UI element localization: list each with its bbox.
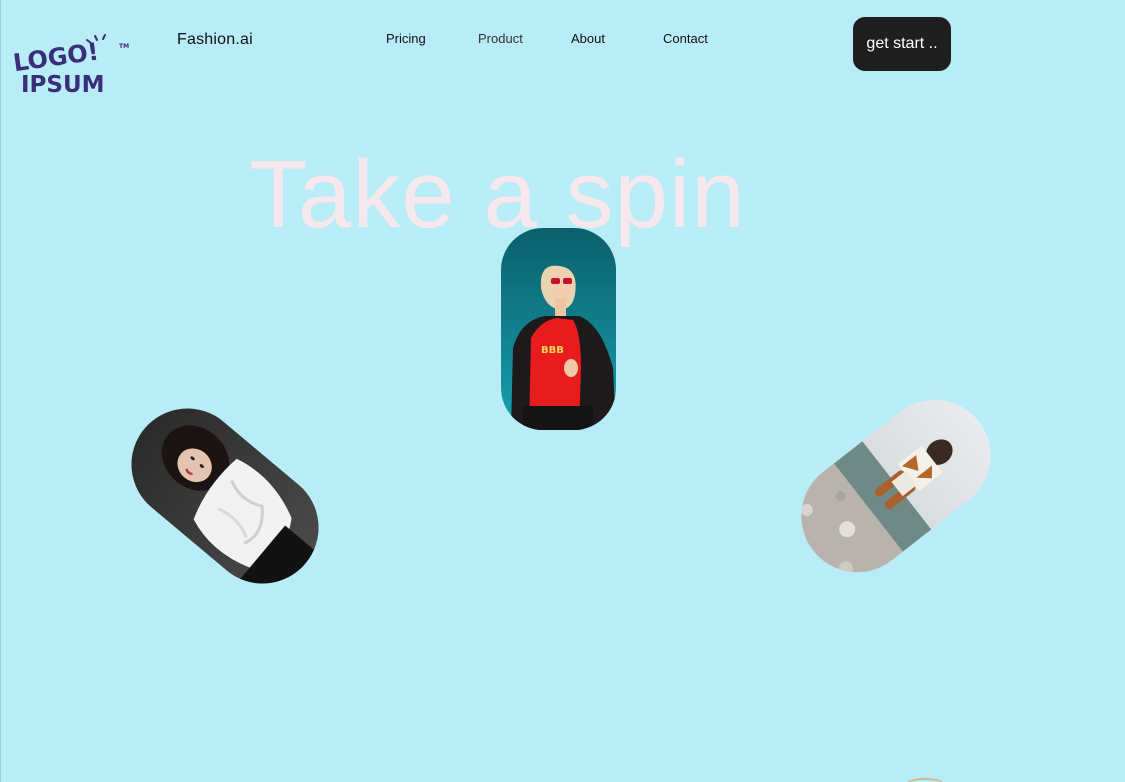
brand-name[interactable]: Fashion.ai bbox=[177, 31, 253, 49]
logo-tm: TM bbox=[119, 43, 129, 50]
logo[interactable]: LOGO! IPSUM TM bbox=[11, 34, 133, 98]
nav-pricing[interactable]: Pricing bbox=[386, 31, 426, 46]
woman-beach-boots-image bbox=[778, 377, 1014, 595]
left-photo[interactable] bbox=[108, 385, 342, 607]
landing-page: LOGO! IPSUM TM Fashion.ai Pricing Produc… bbox=[0, 0, 1125, 782]
right-photo[interactable] bbox=[778, 377, 1014, 595]
woman-white-top-image bbox=[108, 385, 342, 607]
hero-title: Take a spin bbox=[249, 141, 746, 248]
partial-element bbox=[905, 778, 945, 782]
nav-about[interactable]: About bbox=[571, 31, 605, 46]
nav-contact[interactable]: Contact bbox=[663, 31, 708, 46]
nav-product[interactable]: Product bbox=[478, 31, 523, 46]
logo-line2: IPSUM bbox=[21, 72, 105, 98]
get-start-button[interactable]: get start .. bbox=[853, 17, 951, 71]
logo-mark: LOGO! IPSUM TM bbox=[11, 34, 129, 98]
svg-text:BBB: BBB bbox=[541, 345, 564, 356]
center-photo[interactable]: BBB bbox=[501, 228, 616, 430]
woman-red-shirt-image: BBB bbox=[501, 228, 616, 430]
